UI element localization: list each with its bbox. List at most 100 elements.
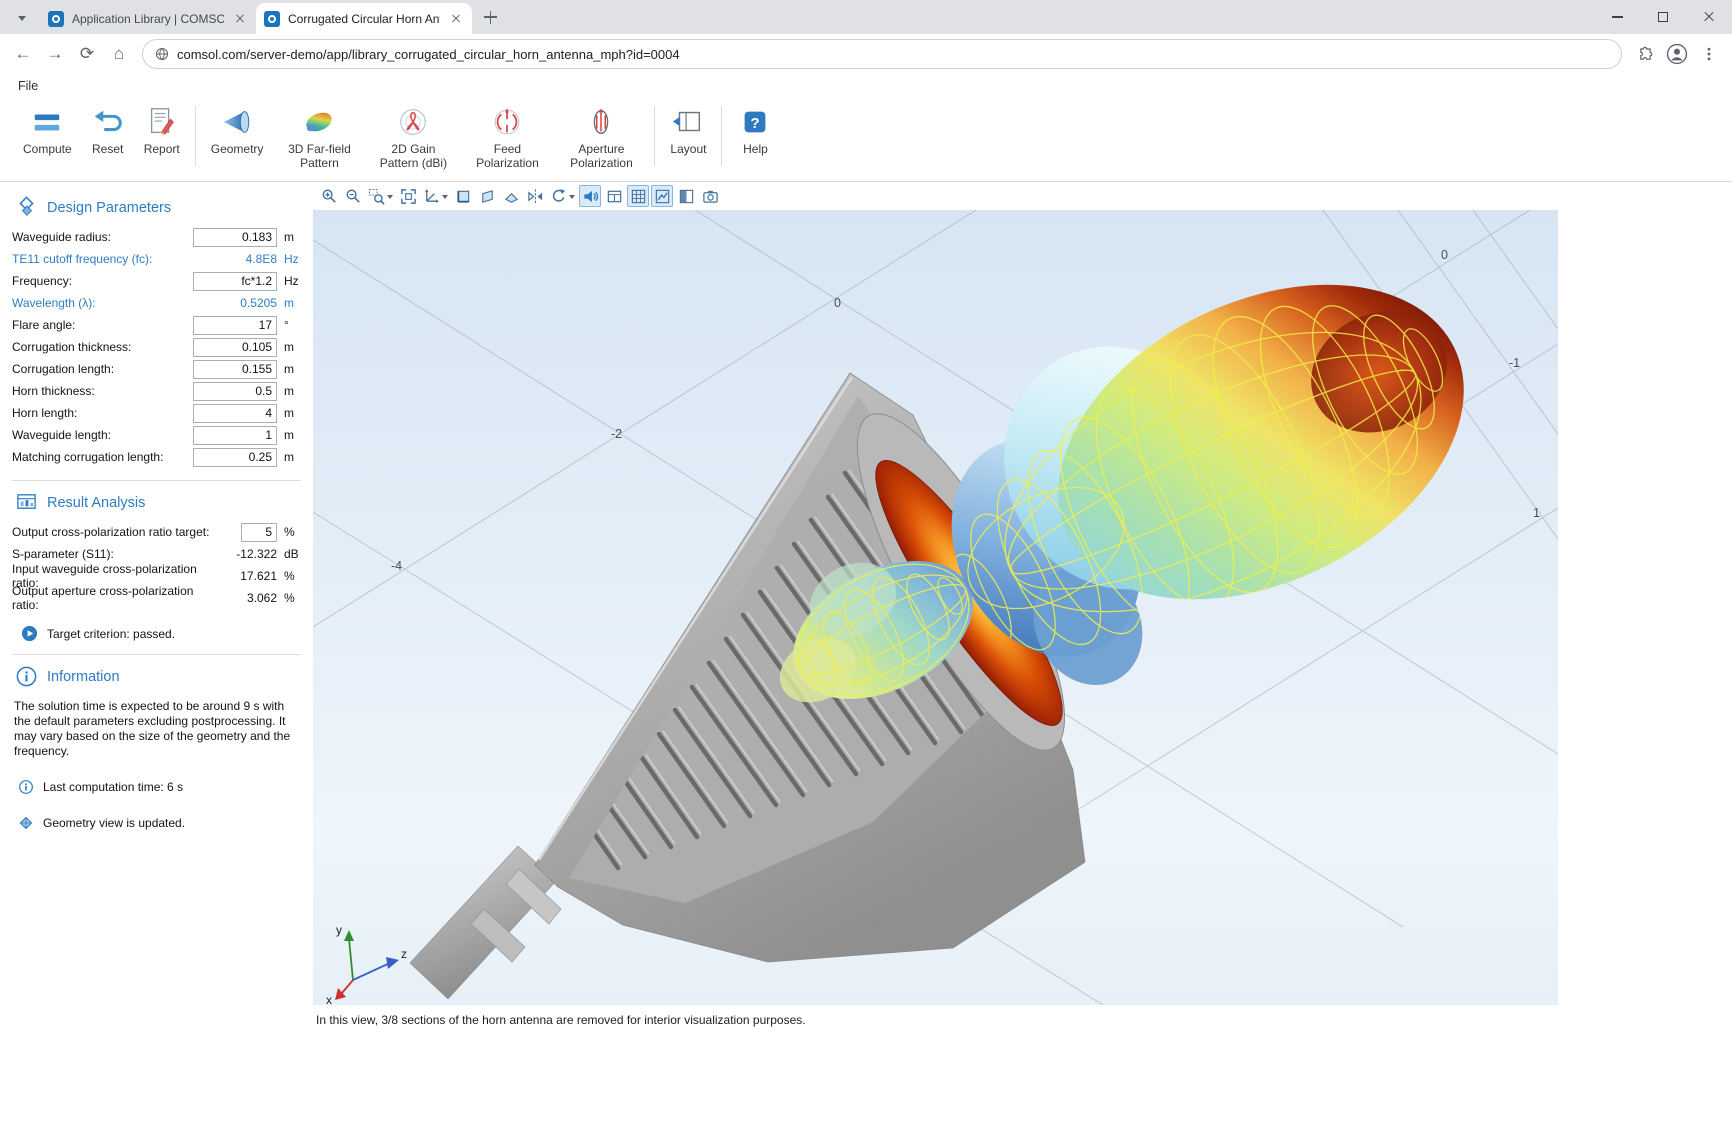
reset-button[interactable]: Reset — [81, 98, 135, 157]
tab-search-button[interactable] — [8, 4, 36, 32]
maximize-button[interactable] — [1640, 0, 1686, 34]
back-button[interactable]: ← — [8, 39, 38, 69]
settings-panel: Design Parameters Waveguide radius: m TE… — [0, 182, 313, 1145]
param-unit: Hz — [277, 274, 303, 288]
browser-tab-app[interactable]: Corrugated Circular Horn Anten — [256, 3, 472, 34]
result-unit: dB — [277, 547, 303, 561]
cross-polarization-target-input[interactable] — [241, 523, 277, 542]
param-row: Horn thickness: m — [12, 380, 303, 402]
param-row: Horn length: m — [12, 402, 303, 424]
zoom-box-button[interactable] — [366, 185, 395, 207]
reload-button[interactable]: ⟳ — [72, 39, 102, 69]
graphics-panel: y z x 0 -2 -4 0 -1 1 In this view, 3/8 s… — [313, 182, 1558, 1145]
profile-button[interactable] — [1662, 39, 1692, 69]
new-tab-button[interactable] — [478, 4, 504, 30]
param-value: 4.8E8 — [189, 252, 277, 266]
param-unit: m — [277, 450, 303, 464]
compute-button[interactable]: Compute — [14, 98, 81, 157]
param-label: Flare angle: — [12, 318, 193, 332]
param-row: Waveguide radius: m — [12, 226, 303, 248]
close-tab-icon[interactable] — [448, 11, 464, 27]
minimize-icon — [1612, 16, 1623, 17]
show-table-button[interactable] — [603, 185, 625, 207]
param-label: TE11 cutoff frequency (fc): — [12, 252, 189, 266]
layout-button[interactable]: Layout — [661, 98, 715, 157]
corrugation-thickness-input[interactable] — [193, 338, 277, 357]
last-computation-row: Last computation time: 6 s — [18, 779, 303, 795]
menu-file[interactable]: File — [18, 79, 38, 93]
horn-thickness-input[interactable] — [193, 382, 277, 401]
far-field-3d-button[interactable]: 3D Far-field Pattern — [272, 98, 366, 171]
gain-2d-button[interactable]: 2D Gain Pattern (dBi) — [366, 98, 460, 171]
browser-tab-library[interactable]: Application Library | COMSOL S — [40, 3, 256, 34]
3d-scene[interactable]: y z x — [313, 210, 1558, 1005]
gain-2d-icon — [396, 105, 430, 139]
help-button[interactable]: ? Help — [728, 98, 782, 157]
graphics-canvas[interactable]: y z x 0 -2 -4 0 -1 1 — [313, 210, 1558, 1005]
view-yz-button[interactable] — [476, 185, 498, 207]
browser-tab-strip: Application Library | COMSOL S Corrugate… — [0, 0, 1732, 34]
flare-angle-input[interactable] — [193, 316, 277, 335]
result-unit: % — [277, 591, 303, 605]
result-analysis-header: Result Analysis — [12, 485, 303, 521]
extensions-button[interactable] — [1630, 39, 1660, 69]
section-divider — [12, 480, 301, 481]
default-view-button[interactable] — [421, 185, 450, 207]
param-label: Corrugation thickness: — [12, 340, 193, 354]
axis-tick-label: 1 — [1533, 506, 1540, 520]
param-unit: m — [277, 340, 303, 354]
tab-title: Corrugated Circular Horn Anten — [288, 12, 440, 26]
result-unit: % — [277, 525, 303, 539]
view-xz-button[interactable] — [500, 185, 522, 207]
minimize-button[interactable] — [1594, 0, 1640, 34]
param-row: Corrugation thickness: m — [12, 336, 303, 358]
waveguide-radius-input[interactable] — [193, 228, 277, 247]
contrast-icon — [678, 188, 695, 205]
zoom-in-button[interactable] — [318, 185, 340, 207]
view-xy-icon — [455, 188, 472, 205]
result-label: Output aperture cross-polarization ratio… — [12, 584, 211, 612]
geometry-button[interactable]: Geometry — [202, 98, 273, 157]
browser-menu-button[interactable] — [1694, 39, 1724, 69]
address-bar[interactable]: comsol.com/server-demo/app/library_corru… — [142, 39, 1622, 69]
zoom-out-button[interactable] — [342, 185, 364, 207]
param-label: Horn length: — [12, 406, 193, 420]
snapshot-button[interactable] — [699, 185, 721, 207]
forward-button[interactable]: → — [40, 39, 70, 69]
aperture-polarization-button[interactable]: Aperture Polarization — [554, 98, 648, 171]
param-unit: ° — [277, 318, 303, 332]
show-grid-button[interactable] — [627, 185, 649, 207]
info-icon — [15, 665, 38, 688]
param-row: Waveguide length: m — [12, 424, 303, 446]
zoom-extents-button[interactable] — [397, 185, 419, 207]
feed-polarization-button[interactable]: Feed Polarization — [460, 98, 554, 171]
sound-toggle-button[interactable] — [579, 185, 601, 207]
close-window-button[interactable] — [1686, 0, 1732, 34]
url-text: comsol.com/server-demo/app/library_corru… — [177, 47, 680, 62]
close-tab-icon[interactable] — [232, 11, 248, 27]
horn-length-input[interactable] — [193, 404, 277, 423]
mirror-view-button[interactable] — [524, 185, 546, 207]
contrast-button[interactable] — [675, 185, 697, 207]
frequency-input[interactable] — [193, 272, 277, 291]
comsol-favicon — [264, 11, 280, 27]
geometry-status-row: Geometry view is updated. — [18, 815, 303, 831]
report-icon — [145, 105, 179, 139]
far-field-3d-icon — [302, 105, 336, 139]
comsol-favicon — [48, 11, 64, 27]
section-title: Result Analysis — [47, 495, 145, 511]
section-title: Information — [47, 669, 120, 685]
report-button[interactable]: Report — [135, 98, 189, 157]
waveguide-length-input[interactable] — [193, 426, 277, 445]
matching-corrugation-length-input[interactable] — [193, 448, 277, 467]
info-icon — [18, 779, 34, 795]
corrugation-length-input[interactable] — [193, 360, 277, 379]
home-button[interactable]: ⌂ — [104, 39, 134, 69]
rotate-icon — [550, 188, 567, 205]
view-xy-button[interactable] — [452, 185, 474, 207]
plot-window-button[interactable] — [651, 185, 673, 207]
rotate-button[interactable] — [548, 185, 577, 207]
param-row: Frequency: Hz — [12, 270, 303, 292]
z-axis-label: z — [401, 947, 407, 961]
result-value: -12.322 — [211, 547, 277, 561]
